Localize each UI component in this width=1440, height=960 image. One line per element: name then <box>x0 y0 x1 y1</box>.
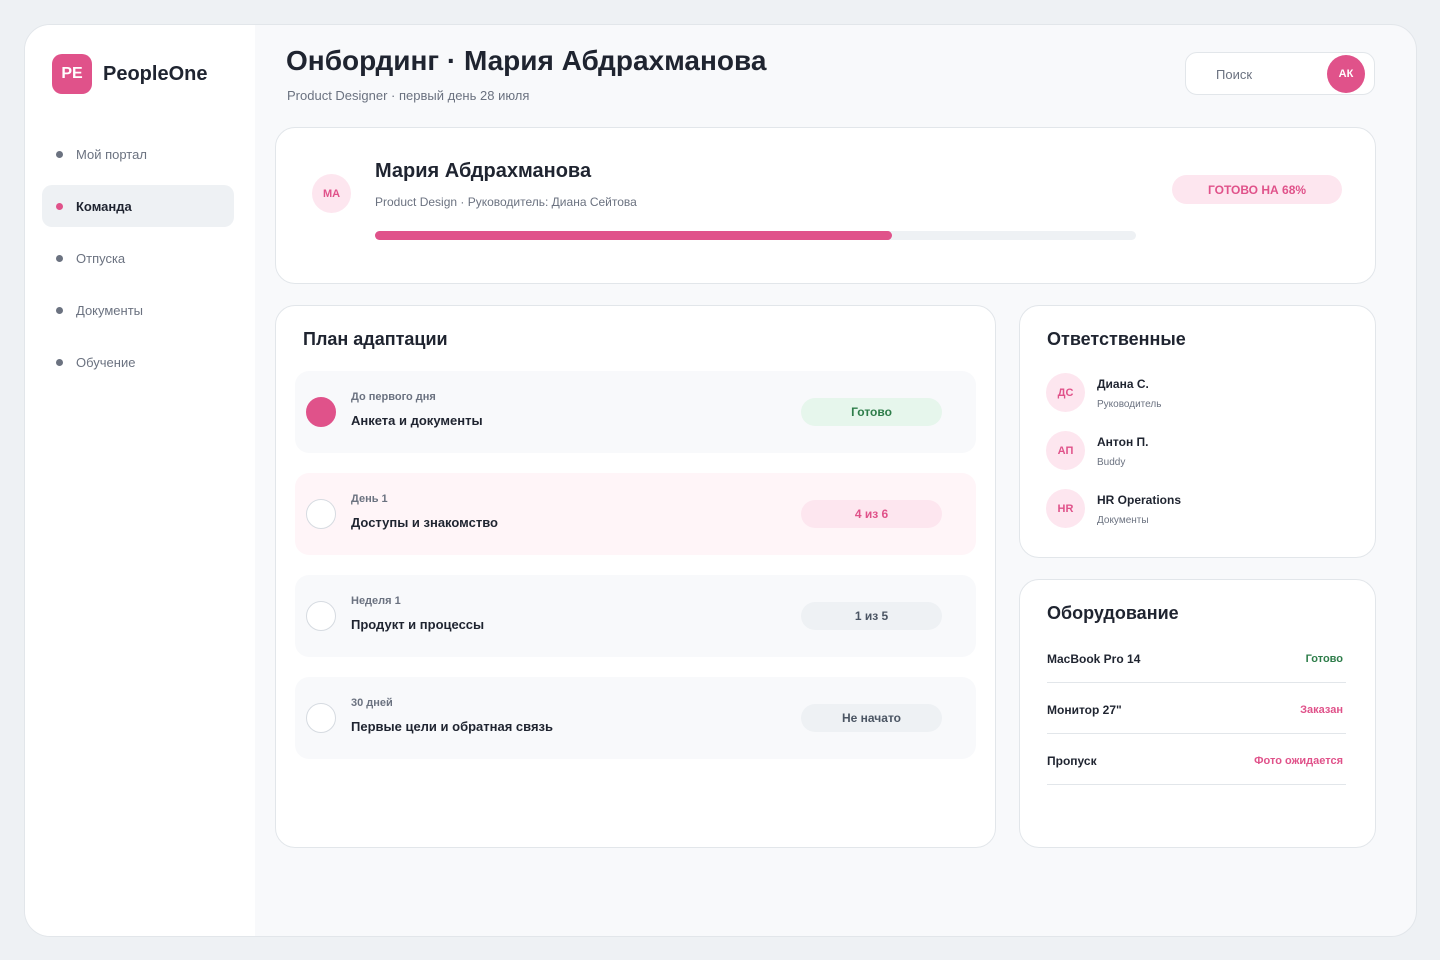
bullet-icon <box>56 254 63 262</box>
person-name: HR Operations <box>1097 493 1182 507</box>
equipment-status: Фото ожидается <box>1254 755 1343 767</box>
step-title: Продукт и процессы <box>351 617 485 632</box>
step-status-badge: Готово <box>801 398 942 426</box>
plan-step[interactable]: Неделя 1 Продукт и процессы 1 из 5 <box>295 575 976 657</box>
employee-meta: Product Design · Руководитель: Диана Сей… <box>375 195 637 209</box>
step-title: Доступы и знакомство <box>351 515 498 530</box>
step-status-badge: 4 из 6 <box>801 500 942 528</box>
bullet-icon <box>56 358 63 366</box>
plan-step[interactable]: 30 дней Первые цели и обратная связь Не … <box>295 677 976 759</box>
card-title: План адаптации <box>303 329 448 349</box>
sidebar-item-team[interactable]: Команда <box>42 185 234 227</box>
search-box: АК <box>1185 52 1375 95</box>
checkbox[interactable] <box>306 601 336 631</box>
list-item[interactable]: MacBook Pro 14 Готово <box>1047 632 1346 683</box>
sidebar-item-learning[interactable]: Обучение <box>42 341 234 383</box>
brand-name: PeopleOne <box>103 62 208 85</box>
step-title: Первые цели и обратная связь <box>351 719 554 734</box>
bullet-icon <box>56 306 63 314</box>
avatar: АП <box>1046 431 1085 470</box>
sidebar-item-label: Мой портал <box>76 146 147 162</box>
person-role: Руководитель <box>1097 399 1162 410</box>
avatar: HR <box>1046 489 1085 528</box>
plan-step[interactable]: До первого дня Анкета и документы Готово <box>295 371 976 453</box>
equipment-status: Готово <box>1305 653 1343 665</box>
equipment-name: MacBook Pro 14 <box>1047 652 1141 666</box>
step-status-badge: 1 из 5 <box>801 602 942 630</box>
brand[interactable]: PE PeopleOne <box>52 54 207 94</box>
checkbox[interactable] <box>306 397 336 427</box>
page-subtitle: Product Designer · первый день 28 июля <box>287 88 530 103</box>
onboarding-progress-bar <box>375 231 1136 240</box>
step-title: Анкета и документы <box>351 413 483 428</box>
sidebar-item-label: Документы <box>76 302 144 318</box>
step-period: До первого дня <box>351 391 436 403</box>
equipment-status: Заказан <box>1300 704 1343 716</box>
sidebar-item-documents[interactable]: Документы <box>42 289 234 331</box>
sidebar-item-label: Обучение <box>76 354 136 370</box>
step-period: День 1 <box>351 493 388 505</box>
list-item[interactable]: АП Антон П. Buddy <box>1046 431 1346 471</box>
equipment-name: Монитор 27" <box>1047 703 1122 717</box>
plan-step[interactable]: День 1 Доступы и знакомство 4 из 6 <box>295 473 976 555</box>
step-period: 30 дней <box>351 697 393 709</box>
list-item[interactable]: Монитор 27" Заказан <box>1047 683 1346 734</box>
sidebar-item-label: Команда <box>76 198 132 214</box>
checkbox[interactable] <box>306 499 336 529</box>
step-status-badge: Не начато <box>801 704 942 732</box>
equipment-name: Пропуск <box>1047 754 1097 768</box>
app-window: PE PeopleOne Мой портал Команда Отпуска … <box>24 24 1417 937</box>
avatar: ДС <box>1046 373 1085 412</box>
card-title: Ответственные <box>1047 329 1186 349</box>
equipment-card: Оборудование MacBook Pro 14 Готово Монит… <box>1019 579 1376 848</box>
user-avatar[interactable]: АК <box>1327 55 1365 93</box>
list-item[interactable]: ДС Диана С. Руководитель <box>1046 373 1346 413</box>
search-input[interactable] <box>1200 63 1320 85</box>
person-name: Антон П. <box>1097 435 1149 449</box>
onboarding-progress-fill <box>375 231 893 240</box>
bullet-icon <box>56 202 63 210</box>
sidebar-item-my-portal[interactable]: Мой портал <box>42 133 234 175</box>
brand-logo: PE <box>52 54 92 94</box>
employee-name: Мария Абдрахманова <box>375 160 592 182</box>
person-role: Buddy <box>1097 457 1126 468</box>
sidebar-nav: Мой портал Команда Отпуска Документы Обу… <box>42 133 234 393</box>
bullet-icon <box>56 150 63 158</box>
adaptation-plan-card: План адаптации До первого дня Анкета и д… <box>275 305 996 848</box>
list-item[interactable]: Пропуск Фото ожидается <box>1047 734 1346 785</box>
list-item[interactable]: HR HR Operations Документы <box>1046 489 1346 529</box>
person-role: Документы <box>1097 515 1149 526</box>
responsibles-card: Ответственные ДС Диана С. Руководитель А… <box>1019 305 1376 558</box>
employee-profile-card: МА Мария Абдрахманова Product Design · Р… <box>275 127 1376 284</box>
step-period: Неделя 1 <box>351 595 401 607</box>
status-badge: ГОТОВО НА 68% <box>1172 175 1342 204</box>
sidebar: PE PeopleOne Мой портал Команда Отпуска … <box>25 25 255 936</box>
avatar: МА <box>312 174 351 213</box>
sidebar-item-label: Отпуска <box>76 250 126 266</box>
card-title: Оборудование <box>1047 603 1179 623</box>
sidebar-item-vacations[interactable]: Отпуска <box>42 237 234 279</box>
checkbox[interactable] <box>306 703 336 733</box>
person-name: Диана С. <box>1097 377 1149 391</box>
page-title: Онбординг · Мария Абдрахманова <box>286 45 767 76</box>
